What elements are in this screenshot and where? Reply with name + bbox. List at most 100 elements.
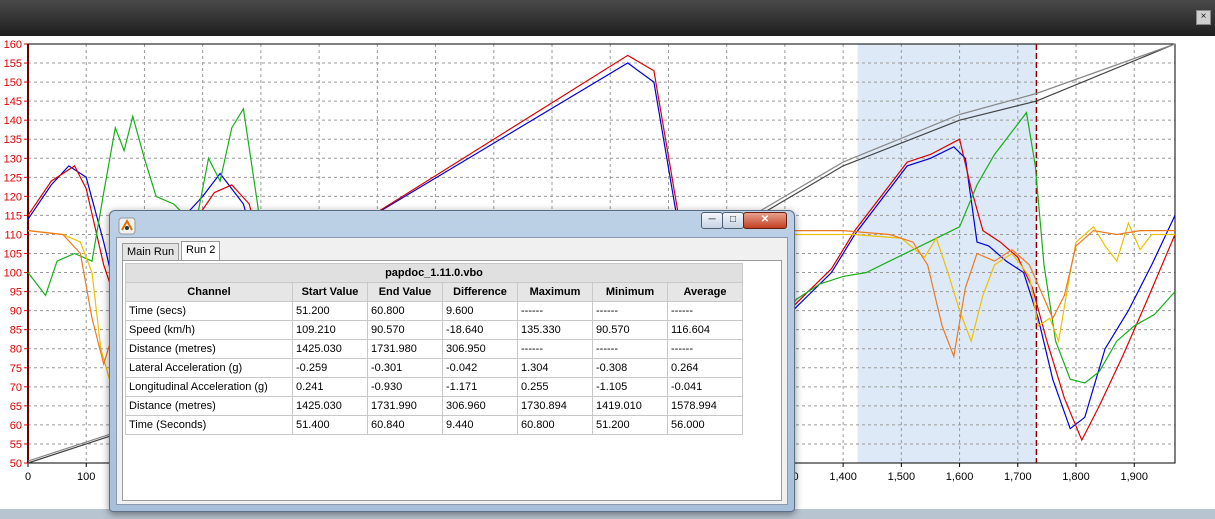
value-cell: 56.000 xyxy=(667,415,743,435)
table-row[interactable]: Distance (metres) 1425.030 1731.980 306.950… xyxy=(125,339,743,359)
column-header: End Value xyxy=(367,282,443,302)
value-cell: 135.330 xyxy=(517,320,593,340)
table-row[interactable]: Distance (metres) 1425.030 1731.990 306.960… xyxy=(125,396,743,416)
value-cell: 1419.010 xyxy=(592,396,668,416)
value-cell: 1730.894 xyxy=(517,396,593,416)
y-tick-label: 130 xyxy=(4,153,22,165)
value-cell: 1731.980 xyxy=(367,339,443,359)
report-window: ─ □ ✕ Main Run Run 2 papdoc_1.11.0.vbo C… xyxy=(109,210,795,512)
value-cell: ------ xyxy=(667,339,743,359)
table-row[interactable]: Time (secs) 51.200 60.800 9.600 ------ ------… xyxy=(125,301,743,321)
y-tick-label: 160 xyxy=(4,39,22,51)
value-cell: 51.200 xyxy=(292,301,368,321)
y-tick-label: 155 xyxy=(4,58,22,70)
x-tick-label: 1,800 xyxy=(1062,471,1090,483)
value-cell: 90.570 xyxy=(592,320,668,340)
channel-cell: Time (secs) xyxy=(125,301,293,321)
table-row[interactable]: Time (Seconds) 51.400 60.840 9.440 60.800 51.… xyxy=(125,415,743,435)
x-tick-label: 1,700 xyxy=(1004,471,1032,483)
value-cell: 60.840 xyxy=(367,415,443,435)
maximize-icon: □ xyxy=(729,214,737,225)
y-tick-label: 105 xyxy=(4,249,22,261)
close-icon: ✕ xyxy=(760,214,770,225)
value-cell: 306.950 xyxy=(442,339,518,359)
value-cell: 0.241 xyxy=(292,377,368,397)
y-tick-label: 120 xyxy=(4,191,22,203)
value-cell: ------ xyxy=(592,339,668,359)
y-tick-label: 80 xyxy=(10,344,22,356)
y-tick-label: 95 xyxy=(10,287,22,299)
y-tick-label: 85 xyxy=(10,325,22,337)
y-tick-label: 100 xyxy=(4,268,22,280)
value-cell: 9.440 xyxy=(442,415,518,435)
table-row[interactable]: Lateral Acceleration (g) -0.259 -0.301 -0.0… xyxy=(125,358,743,378)
value-cell: 0.264 xyxy=(667,358,743,378)
value-cell: 116.604 xyxy=(667,320,743,340)
x-tick-label: 1,500 xyxy=(888,471,916,483)
value-cell: ------ xyxy=(517,339,593,359)
value-cell: -0.308 xyxy=(592,358,668,378)
value-cell: 1.304 xyxy=(517,358,593,378)
value-cell: 1425.030 xyxy=(292,396,368,416)
channel-cell: Lateral Acceleration (g) xyxy=(125,358,293,378)
value-cell: 90.570 xyxy=(367,320,443,340)
y-tick-label: 75 xyxy=(10,363,22,375)
y-tick-label: 150 xyxy=(4,77,22,89)
value-cell: -0.042 xyxy=(442,358,518,378)
table-row[interactable]: Longitudinal Acceleration (g) 0.241 -0.930… xyxy=(125,377,743,397)
y-tick-label: 90 xyxy=(10,306,22,318)
channel-cell: Time (Seconds) xyxy=(125,415,293,435)
table-row[interactable]: Speed (km/h) 109.210 90.570 -18.640 135.330 9… xyxy=(125,320,743,340)
column-header: Maximum xyxy=(517,282,593,302)
column-header: Average xyxy=(667,282,743,302)
tab-panel: papdoc_1.11.0.vbo Channel Start Value End … xyxy=(122,260,782,501)
value-cell: 1578.994 xyxy=(667,396,743,416)
table-title: papdoc_1.11.0.vbo xyxy=(125,263,743,283)
y-tick-label: 115 xyxy=(4,210,22,222)
tab-main-run[interactable]: Main Run xyxy=(122,243,180,261)
y-tick-label: 140 xyxy=(4,115,22,127)
value-cell: -0.259 xyxy=(292,358,368,378)
column-header: Channel xyxy=(125,282,293,302)
y-tick-label: 50 xyxy=(10,458,22,470)
close-icon[interactable]: × xyxy=(1196,10,1211,25)
value-cell: ------ xyxy=(517,301,593,321)
channel-cell: Distance (metres) xyxy=(125,396,293,416)
y-tick-label: 65 xyxy=(10,401,22,413)
maximize-button[interactable]: □ xyxy=(722,212,744,229)
column-header: Minimum xyxy=(592,282,668,302)
value-cell: -18.640 xyxy=(442,320,518,340)
value-cell: 60.800 xyxy=(367,301,443,321)
value-cell: 109.210 xyxy=(292,320,368,340)
value-cell: 306.960 xyxy=(442,396,518,416)
value-cell: 51.400 xyxy=(292,415,368,435)
minimize-icon: ─ xyxy=(708,214,716,225)
channel-cell: Speed (km/h) xyxy=(125,320,293,340)
value-cell: 9.600 xyxy=(442,301,518,321)
value-cell: 60.800 xyxy=(517,415,593,435)
window-body: Main Run Run 2 papdoc_1.11.0.vbo Channel… xyxy=(116,237,788,505)
value-cell: ------ xyxy=(667,301,743,321)
y-tick-label: 110 xyxy=(4,229,22,241)
value-cell: ------ xyxy=(592,301,668,321)
value-cell: 1425.030 xyxy=(292,339,368,359)
y-tick-label: 55 xyxy=(10,439,22,451)
y-tick-label: 125 xyxy=(4,172,22,184)
value-cell: -0.930 xyxy=(367,377,443,397)
close-button[interactable]: ✕ xyxy=(743,212,787,229)
value-cell: -1.105 xyxy=(592,377,668,397)
minimize-button[interactable]: ─ xyxy=(701,212,723,229)
app-logo-icon xyxy=(118,217,136,235)
top-toolbar: × xyxy=(0,0,1215,36)
value-cell: 0.255 xyxy=(517,377,593,397)
channel-cell: Longitudinal Acceleration (g) xyxy=(125,377,293,397)
stats-table: papdoc_1.11.0.vbo Channel Start Value End … xyxy=(125,263,743,435)
x-tick-label: 1,400 xyxy=(829,471,857,483)
column-header: Start Value xyxy=(292,282,368,302)
tab-run-2[interactable]: Run 2 xyxy=(181,241,221,261)
y-tick-label: 70 xyxy=(10,382,22,394)
x-tick-label: 1,600 xyxy=(946,471,974,483)
y-tick-label: 135 xyxy=(4,134,22,146)
value-cell: -0.301 xyxy=(367,358,443,378)
channel-cell: Distance (metres) xyxy=(125,339,293,359)
